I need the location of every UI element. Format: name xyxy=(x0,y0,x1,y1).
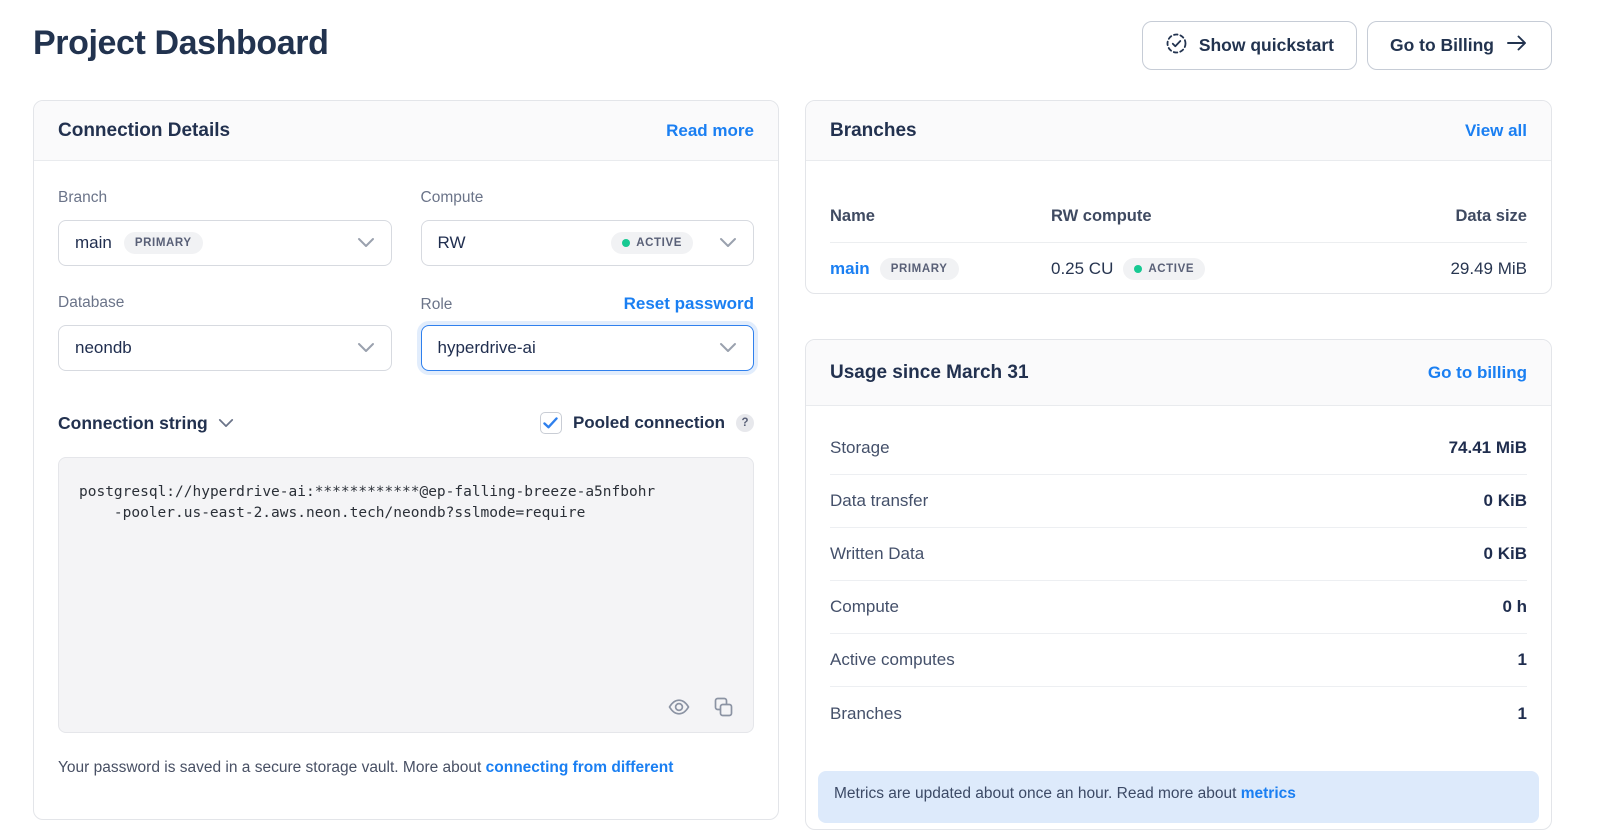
connection-details-header: Connection Details Read more xyxy=(34,101,778,161)
branches-card: Branches View all Name RW compute Data s… xyxy=(805,100,1552,294)
show-quickstart-button[interactable]: Show quickstart xyxy=(1142,21,1357,70)
role-field: Role Reset password hyperdrive-ai xyxy=(421,294,755,371)
usage-row-compute: Compute 0 h xyxy=(830,581,1527,634)
branch-main-link[interactable]: main xyxy=(830,259,870,279)
password-vault-text: Your password is saved in a secure stora… xyxy=(58,759,486,776)
dashed-circle-check-icon xyxy=(1165,32,1188,60)
branches-table: Name RW compute Data size main PRIMARY 0… xyxy=(806,191,1551,295)
compute-select[interactable]: RW ACTIVE xyxy=(421,220,755,266)
chevron-down-icon xyxy=(357,338,375,358)
view-all-link[interactable]: View all xyxy=(1465,121,1527,141)
usage-row-data-transfer: Data transfer 0 KiB xyxy=(830,475,1527,528)
branch-compute-value: 0.25 CU xyxy=(1051,259,1113,279)
active-badge-label: ACTIVE xyxy=(636,237,682,249)
pooled-connection-control: Pooled connection ? xyxy=(540,412,754,434)
reset-password-link[interactable]: Reset password xyxy=(624,294,754,314)
compute-value: RW xyxy=(438,233,466,253)
go-to-billing-label: Go to Billing xyxy=(1390,35,1494,56)
chevron-down-icon xyxy=(719,233,737,253)
usage-title: Usage since March 31 xyxy=(830,362,1029,384)
show-quickstart-label: Show quickstart xyxy=(1199,35,1334,56)
branches-title: Branches xyxy=(830,120,917,142)
help-icon[interactable]: ? xyxy=(736,414,754,432)
column-rw-compute: RW compute xyxy=(1051,207,1331,226)
status-dot-icon xyxy=(622,239,630,247)
connection-string-line1: postgresql://hyperdrive-ai:************@… xyxy=(79,482,733,503)
connecting-from-different-link[interactable]: connecting from different xyxy=(486,759,674,776)
status-dot-icon xyxy=(1134,265,1142,273)
branch-table-row[interactable]: main PRIMARY 0.25 CU ACTIVE 29.49 MiB xyxy=(830,243,1527,295)
header-actions: Show quickstart Go to Billing xyxy=(1142,21,1552,70)
database-value: neondb xyxy=(75,338,132,358)
column-data-size: Data size xyxy=(1331,207,1527,226)
active-badge: ACTIVE xyxy=(611,232,693,254)
usage-row-branches: Branches 1 xyxy=(830,687,1527,740)
database-label: Database xyxy=(58,294,124,312)
database-field: Database neondb xyxy=(58,294,392,371)
active-badge-label: ACTIVE xyxy=(1148,263,1194,275)
reveal-password-button[interactable] xyxy=(667,695,691,719)
branch-select[interactable]: main PRIMARY xyxy=(58,220,392,266)
usage-header: Usage since March 31 Go to billing xyxy=(806,340,1551,406)
branches-table-header: Name RW compute Data size xyxy=(830,191,1527,243)
copy-button[interactable] xyxy=(711,695,735,719)
connection-details-card: Connection Details Read more Branch main… xyxy=(33,100,779,820)
primary-badge: PRIMARY xyxy=(880,258,959,280)
read-more-link[interactable]: Read more xyxy=(666,121,754,141)
pooled-connection-label: Pooled connection xyxy=(573,413,725,433)
connection-details-body: Branch main PRIMARY Compute RW ACTIVE xyxy=(34,161,778,801)
branch-data-size: 29.49 MiB xyxy=(1331,259,1527,279)
column-name: Name xyxy=(830,207,1051,226)
primary-badge: PRIMARY xyxy=(124,232,203,254)
pooled-connection-checkbox[interactable] xyxy=(540,412,562,434)
usage-rows: Storage 74.41 MiB Data transfer 0 KiB Wr… xyxy=(806,406,1551,740)
chevron-down-icon xyxy=(357,233,375,253)
page-title: Project Dashboard xyxy=(33,24,329,63)
compute-label: Compute xyxy=(421,189,484,207)
usage-row-storage: Storage 74.41 MiB xyxy=(830,422,1527,475)
arrow-right-icon xyxy=(1505,33,1529,58)
password-vault-note: Your password is saved in a secure stora… xyxy=(58,759,754,777)
check-icon xyxy=(543,417,558,429)
chevron-down-icon xyxy=(218,418,234,428)
metrics-link[interactable]: metrics xyxy=(1241,785,1296,802)
active-badge: ACTIVE xyxy=(1123,258,1205,280)
branch-label: Branch xyxy=(58,189,107,207)
chevron-down-icon xyxy=(719,338,737,358)
connection-string-toggle[interactable]: Connection string xyxy=(58,413,234,434)
metrics-note-text: Metrics are updated about once an hour. … xyxy=(834,785,1241,802)
connection-string-box[interactable]: postgresql://hyperdrive-ai:************@… xyxy=(58,457,754,733)
role-label: Role xyxy=(421,296,453,314)
eye-icon xyxy=(667,695,691,719)
role-value: hyperdrive-ai xyxy=(438,338,536,358)
connection-string-label: Connection string xyxy=(58,413,208,434)
copy-icon xyxy=(711,695,735,719)
go-to-billing-button[interactable]: Go to Billing xyxy=(1367,21,1552,70)
branch-field: Branch main PRIMARY xyxy=(58,189,392,266)
go-to-billing-link[interactable]: Go to billing xyxy=(1428,363,1527,383)
role-select[interactable]: hyperdrive-ai xyxy=(421,325,755,371)
connection-details-title: Connection Details xyxy=(58,120,230,142)
metrics-note: Metrics are updated about once an hour. … xyxy=(818,771,1539,823)
usage-row-active-computes: Active computes 1 xyxy=(830,634,1527,687)
usage-card: Usage since March 31 Go to billing Stora… xyxy=(805,339,1552,830)
usage-row-written-data: Written Data 0 KiB xyxy=(830,528,1527,581)
compute-field: Compute RW ACTIVE xyxy=(421,189,755,266)
branches-header: Branches View all xyxy=(806,101,1551,161)
database-select[interactable]: neondb xyxy=(58,325,392,371)
connection-string-line2: -pooler.us-east-2.aws.neon.tech/neondb?s… xyxy=(79,503,733,524)
branch-value: main xyxy=(75,233,112,253)
